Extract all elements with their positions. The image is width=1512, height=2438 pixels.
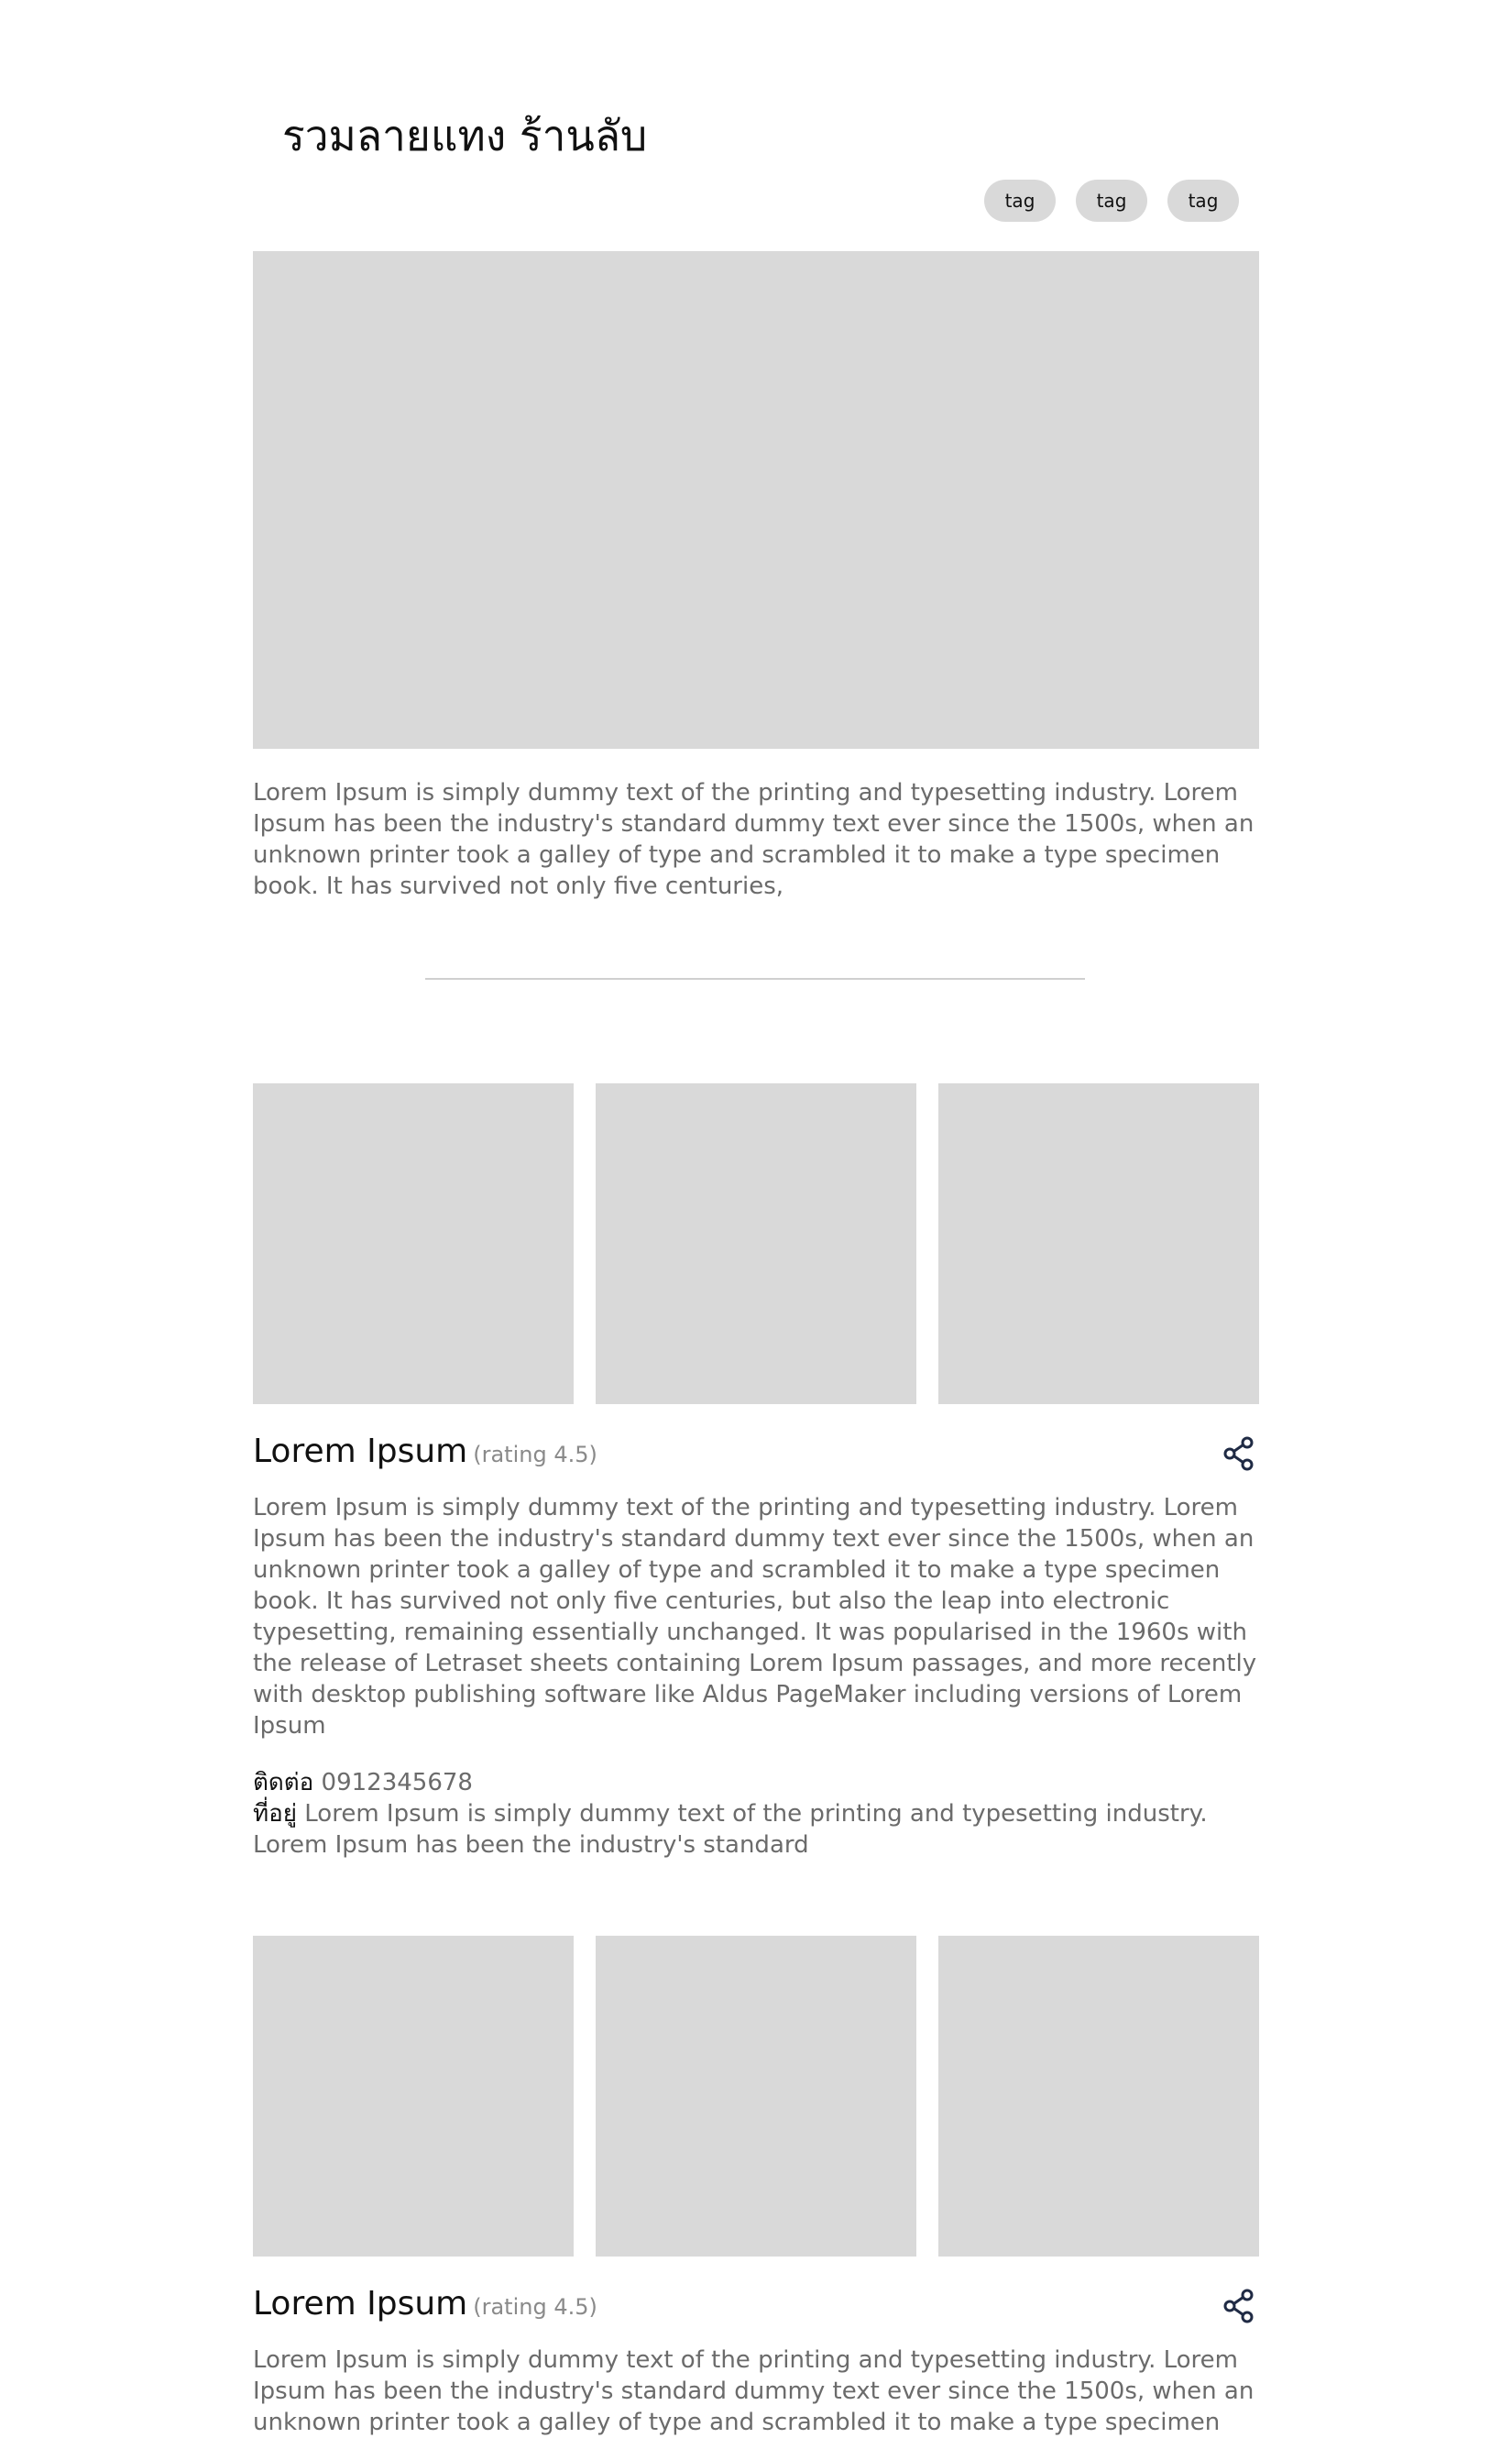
shop-photo-placeholder[interactable] — [253, 1083, 574, 1404]
address-text: Lorem Ipsum is simply dummy text of the … — [253, 1800, 1208, 1859]
address-label: ที่อยู่ — [253, 1800, 297, 1828]
shop-photo-placeholder[interactable] — [938, 1083, 1259, 1404]
contact-phone[interactable]: 0912345678 — [322, 1769, 473, 1796]
shop-gallery — [253, 1936, 1259, 2257]
hero-image-placeholder — [253, 251, 1259, 749]
shop-photo-placeholder[interactable] — [253, 1936, 574, 2257]
shop-photo-placeholder[interactable] — [596, 1083, 916, 1404]
intro-text: Lorem Ipsum is simply dummy text of the … — [253, 779, 1255, 900]
shop-description: Lorem Ipsum is simply dummy text of the … — [253, 1494, 1257, 1740]
tag-chip[interactable]: tag — [984, 180, 1056, 222]
contact-label: ติดต่อ — [253, 1769, 314, 1796]
shop-photo-placeholder[interactable] — [596, 1936, 916, 2257]
shop-name: Lorem Ipsum — [253, 2285, 468, 2323]
tag-chip[interactable]: tag — [1076, 180, 1147, 222]
section-divider — [425, 978, 1085, 980]
tag-list: tag tag tag — [984, 180, 1239, 222]
shop-card: Lorem Ipsum (rating 4.5) Lorem Ipsum is … — [253, 1083, 1259, 1861]
shop-name: Lorem Ipsum — [253, 1433, 468, 1470]
shop-rating: (rating 4.5) — [473, 1442, 597, 1467]
share-icon[interactable] — [1222, 2288, 1255, 2324]
contact-line: ติดต่อ 0912345678 — [253, 1767, 1259, 1798]
page-title: รวมลายแทง ร้านลับ — [282, 111, 648, 160]
shop-gallery — [253, 1083, 1259, 1404]
share-icon[interactable] — [1222, 1435, 1255, 1472]
shop-header: Lorem Ipsum (rating 4.5) — [253, 2282, 1259, 2326]
shop-contact-info: ติดต่อ 0912345678 ที่อยู่ Lorem Ipsum is… — [253, 1767, 1259, 1861]
shop-header: Lorem Ipsum (rating 4.5) — [253, 1430, 1259, 1474]
address-line: ที่อยู่ Lorem Ipsum is simply dummy text… — [253, 1798, 1259, 1861]
shop-rating: (rating 4.5) — [473, 2294, 597, 2320]
shop-photo-placeholder[interactable] — [938, 1936, 1259, 2257]
shop-card: Lorem Ipsum (rating 4.5) Lorem Ipsum is … — [253, 1936, 1259, 2438]
shop-description: Lorem Ipsum is simply dummy text of the … — [253, 2346, 1255, 2436]
tag-chip[interactable]: tag — [1167, 180, 1239, 222]
